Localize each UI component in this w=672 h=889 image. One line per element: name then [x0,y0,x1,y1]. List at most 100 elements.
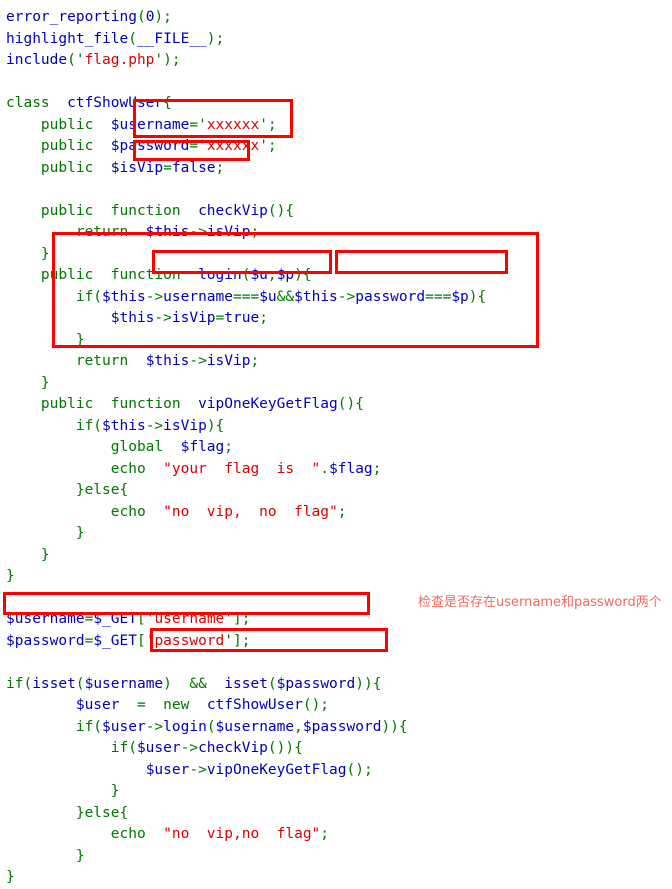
code-token-idn: $this [145,224,190,240]
code-token-kw: echo [6,460,164,477]
code-line: public function checkVip(){ [6,201,294,223]
code-token-kw: . [320,460,330,477]
code-line: highlight_file(__FILE__); [6,29,224,51]
code-token-kw: ); [154,9,172,25]
code-token-kw: ()){ [267,740,303,756]
code-token-kw: }else{ [6,804,129,821]
code-line: } [6,846,85,868]
code-token-idn: vipOneKeyGetFlag [198,396,338,412]
code-token-kw: -> [189,761,207,778]
code-line: } [6,523,85,545]
code-token-kw: '; [259,116,277,133]
code-token-kw: return [6,353,146,369]
code-token-idn: $this [294,288,338,305]
code-line: $username=$_GET['username']; [6,609,250,631]
code-token-kw: -> [154,310,172,326]
code-token-idn: $this [145,353,190,369]
code-token-idn: $username [215,718,295,735]
code-token-idn: login [198,267,242,283]
code-token-idn: $p [276,267,295,283]
code-token-kw: public function [6,396,199,412]
code-token-kw: } [6,374,50,391]
code-token-kw: ; [320,826,330,842]
code-token-idn: $_GET [93,632,137,649]
code-token-idn: $password [302,718,382,735]
code-token-idn: include [6,52,68,68]
code-line: } [6,781,120,803]
code-token-kw [6,310,111,326]
code-token-kw: (' [67,52,85,68]
code-token-kw: ; [224,439,233,455]
code-token-idn: $user [102,718,146,735]
code-token-kw: public [6,138,111,154]
code-token-kw: public [6,159,111,176]
code-token-idn: $flag [329,460,373,477]
code-token-str: "your flag is " [163,460,321,477]
code-line: $user->vipOneKeyGetFlag(); [6,760,373,782]
code-token-kw: && [276,288,295,305]
code-token-idn: isVip [163,417,207,434]
code-line: echo "no vip,no flag"; [6,824,329,846]
code-token-kw: ){ [468,288,487,305]
code-token-kw: } [6,568,15,584]
code-token-kw: if( [6,675,33,692]
code-token-kw: -> [145,718,164,735]
code-line: if(isset($username) && isset($password))… [6,674,381,696]
code-line: return $this->isVip; [6,351,259,373]
code-line: if($user->login($username,$password)){ [6,717,408,739]
code-token-kw: public [6,116,111,133]
code-token-str: xxxxxx [206,116,260,133]
code-token-kw: ) && [163,675,225,692]
code-token-kw: = [215,310,225,326]
code-token-idn: $username [6,611,85,627]
code-token-kw: ( [128,30,137,47]
code-token-idn: $isVip [110,159,164,176]
code-token-kw: = [84,611,94,627]
code-line: class ctfShowUser{ [6,93,172,115]
code-token-kw: echo [6,503,164,520]
code-token-str: flag.php [84,52,155,68]
code-token-kw: '; [259,138,277,154]
code-token-idn: $user [145,761,190,778]
code-token-kw: } [6,546,50,563]
code-token-idn: password [355,288,426,305]
code-token-idn: $password [6,632,85,649]
code-token-kw: ){ [294,267,312,283]
code-token-kw: } [6,331,85,348]
code-line: } [6,373,50,395]
code-token-idn: $flag [180,439,225,455]
code-token-str: "no vip,no flag" [163,826,321,842]
code-token-idn: $password [276,675,356,692]
code-token-str: "no vip, no flag" [163,503,338,520]
code-token-idn: $u [259,288,277,305]
code-line: global $flag; [6,437,233,459]
code-token-kw: if( [6,288,103,305]
code-token-kw [6,697,76,713]
code-token-kw: === [425,288,452,305]
code-line: public $isVip=false; [6,158,224,180]
code-token-kw: if( [6,718,103,735]
code-token-kw: if( [6,417,103,434]
code-token-kw: } [6,847,85,864]
code-token-idn: $_GET [93,611,137,627]
code-token-kw: [' [136,611,155,627]
code-token-kw: =' [189,138,207,154]
code-token-kw: -> [337,288,356,305]
code-token-idn: error_reporting [6,9,137,25]
code-token-kw: class [6,95,68,111]
code-token-kw: ; [372,460,382,477]
code-token-kw: = [163,159,172,176]
code-token-kw: )){ [381,718,408,735]
code-token-idn: isset [224,675,268,692]
code-line: echo "your flag is ".$flag; [6,459,382,481]
code-token-idn: $u [250,267,268,283]
code-token-idn: $this [102,417,146,434]
code-token-idn: checkVip [198,202,268,219]
code-line: } [6,545,50,567]
code-token-kw: , [294,718,303,735]
code-token-idn: true [224,310,260,326]
code-token-idn: $password [110,138,190,154]
code-line: error_reporting(0); [6,7,172,29]
code-token-idn: vipOneKeyGetFlag [206,761,347,778]
password-compare-box [335,250,508,274]
